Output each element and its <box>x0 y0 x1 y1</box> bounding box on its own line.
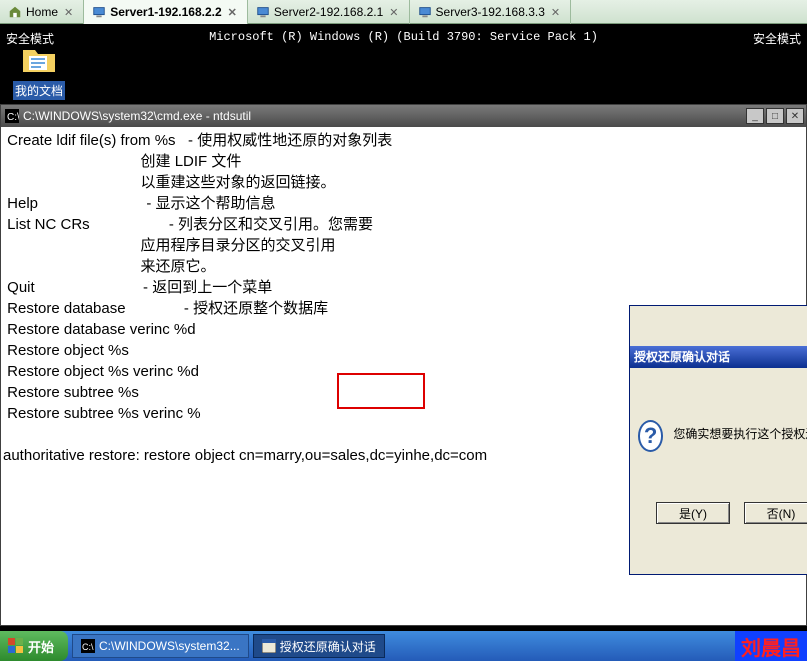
tab-home[interactable]: Home ✕ <box>0 0 84 24</box>
svg-text:C:\: C:\ <box>82 642 94 652</box>
home-icon <box>8 5 22 19</box>
folder-icon <box>21 44 57 74</box>
window-controls: _ □ ✕ <box>746 108 806 124</box>
tab-label: Server3-192.168.3.3 <box>436 5 545 19</box>
minimize-button[interactable]: _ <box>746 108 764 124</box>
close-icon[interactable]: ✕ <box>62 6 75 19</box>
taskbar-item-label: C:\WINDOWS\system32... <box>99 639 240 653</box>
close-icon[interactable]: ✕ <box>549 6 562 19</box>
tab-server3[interactable]: Server3-192.168.3.3 ✕ <box>410 0 572 24</box>
watermark: 刘晨昌 <box>735 631 807 661</box>
desktop-header: 安全模式 Microsoft (R) Windows (R) (Build 37… <box>0 24 807 104</box>
cmd-output: Create ldif file(s) from %s - 使用权威性地还原的对… <box>1 127 806 625</box>
taskbar-item-dialog[interactable]: 授权还原确认对话 <box>253 634 385 658</box>
start-button[interactable]: 开始 <box>0 631 68 661</box>
tab-server1[interactable]: Server1-192.168.2.2 ✕ <box>84 0 248 24</box>
server-icon <box>418 5 432 19</box>
yes-button[interactable]: 是(Y) <box>656 502 730 524</box>
taskbar: 开始 C:\ C:\WINDOWS\system32... 授权还原确认对话 刘… <box>0 631 807 661</box>
dialog-message: 您确实想要执行这个授权还原? <box>673 420 807 444</box>
dialog-titlebar[interactable]: 授权还原确认对话 ✕ <box>630 346 807 368</box>
build-label: Microsoft (R) Windows (R) (Build 3790: S… <box>209 30 598 44</box>
highlight-box <box>337 373 425 409</box>
safemode-label-right: 安全模式 <box>753 30 801 47</box>
close-icon[interactable]: ✕ <box>226 6 239 19</box>
question-icon: ? <box>638 420 663 452</box>
tab-server2[interactable]: Server2-192.168.2.1 ✕ <box>248 0 410 24</box>
mydocs-icon[interactable]: 我的文档 <box>8 44 70 100</box>
taskbar-item-cmd[interactable]: C:\ C:\WINDOWS\system32... <box>72 634 249 658</box>
server-icon <box>92 5 106 19</box>
cmd-titlebar[interactable]: C:\ C:\WINDOWS\system32\cmd.exe - ntdsut… <box>1 105 806 127</box>
taskbar-item-label: 授权还原确认对话 <box>280 638 376 655</box>
svg-text:C:\: C:\ <box>7 112 19 123</box>
app-icon <box>262 639 276 653</box>
close-icon[interactable]: ✕ <box>387 6 400 19</box>
cmd-title-text: C:\WINDOWS\system32\cmd.exe - ntdsutil <box>23 109 251 123</box>
server-icon <box>256 5 270 19</box>
no-button[interactable]: 否(N) <box>744 502 807 524</box>
tab-label: Home <box>26 5 58 19</box>
windows-logo-icon <box>8 638 24 654</box>
remote-tabs: Home ✕ Server1-192.168.2.2 ✕ Server2-192… <box>0 0 807 24</box>
mydocs-label: 我的文档 <box>13 81 65 100</box>
cmd-icon: C:\ <box>5 109 19 123</box>
start-label: 开始 <box>28 637 54 656</box>
dialog-title-text: 授权还原确认对话 <box>634 347 730 367</box>
confirm-dialog: 授权还原确认对话 ✕ ? 您确实想要执行这个授权还原? 是(Y) 否(N) <box>629 305 807 575</box>
maximize-button[interactable]: □ <box>766 108 784 124</box>
tab-label: Server2-192.168.2.1 <box>274 5 383 19</box>
cmd-window: C:\ C:\WINDOWS\system32\cmd.exe - ntdsut… <box>0 104 807 626</box>
cmd-text: Create ldif file(s) from %s - 使用权威性地还原的对… <box>3 132 487 464</box>
cmd-icon: C:\ <box>81 639 95 653</box>
tab-label: Server1-192.168.2.2 <box>110 5 221 19</box>
close-button[interactable]: ✕ <box>786 108 804 124</box>
